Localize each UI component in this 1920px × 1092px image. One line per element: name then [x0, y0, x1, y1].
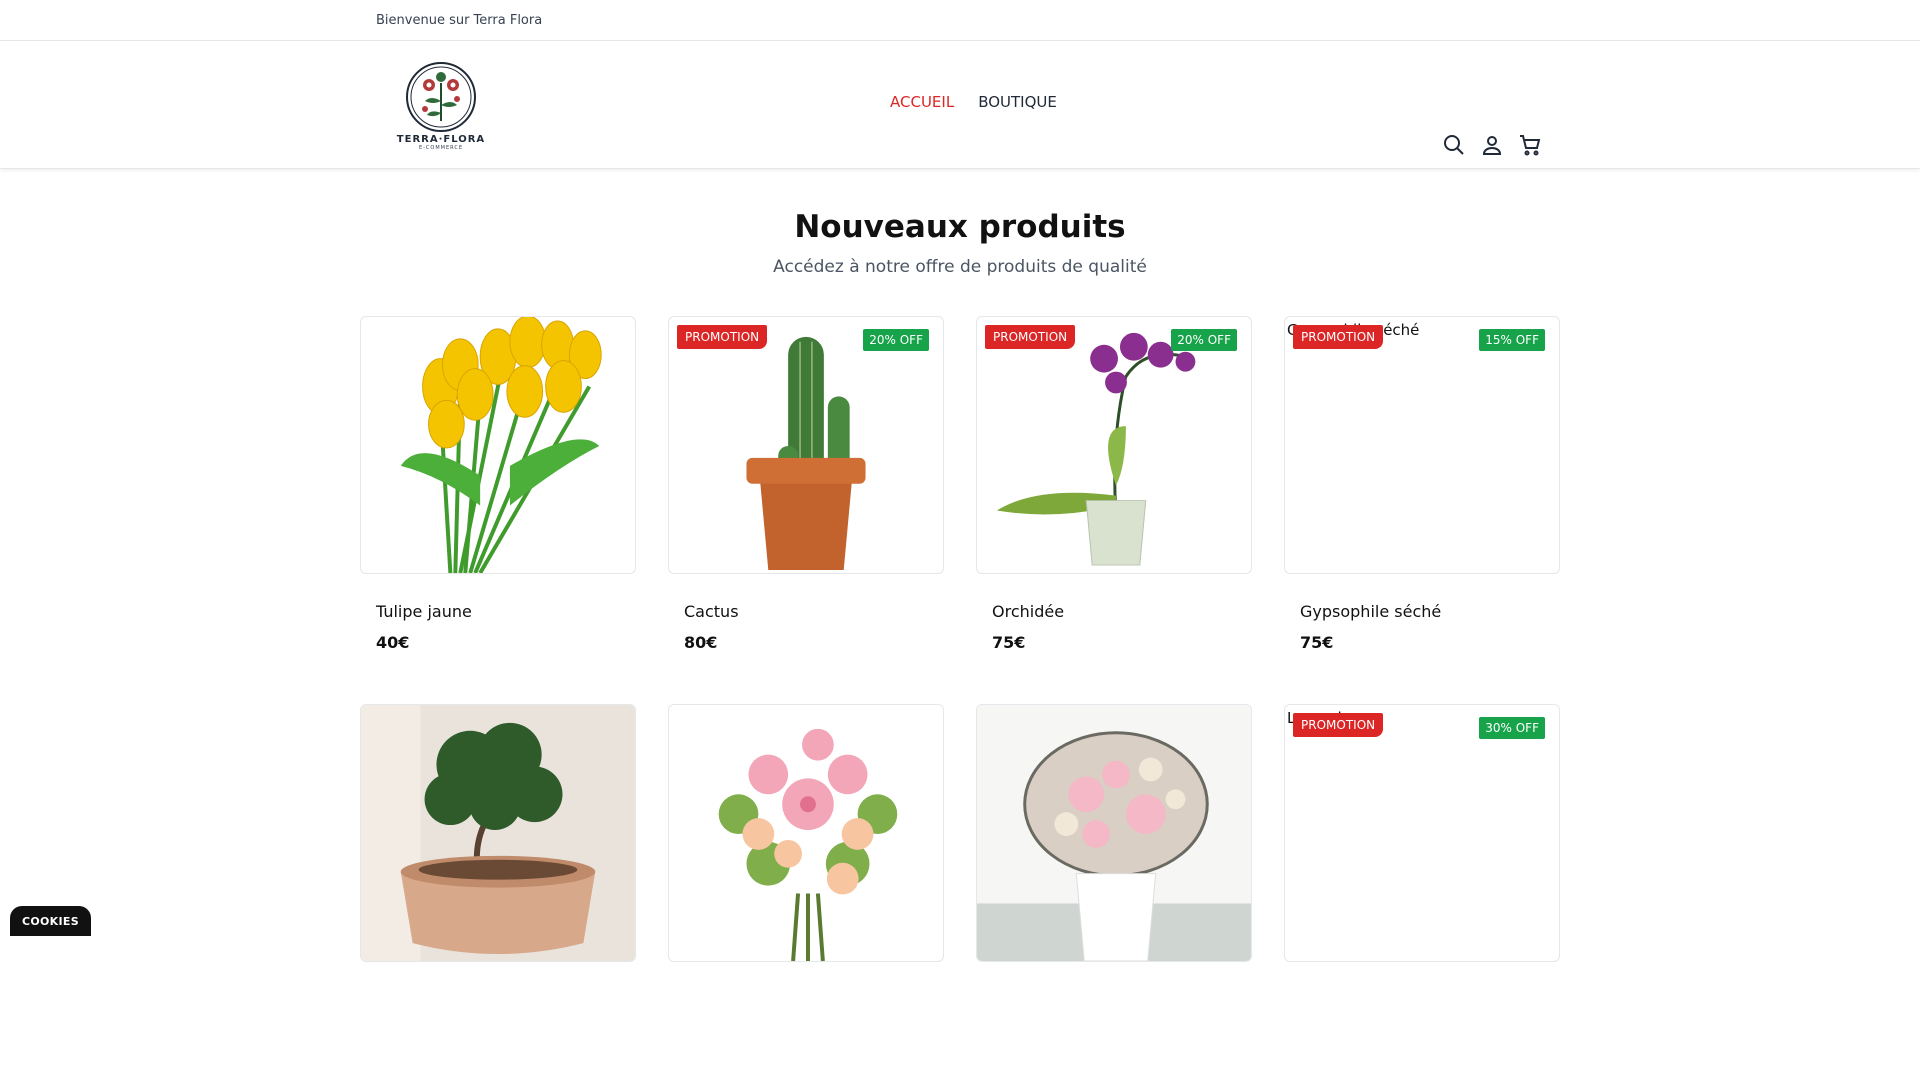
cart-icon[interactable] — [1518, 133, 1542, 157]
product-card[interactable] — [976, 704, 1252, 1092]
logo-seal-icon — [406, 62, 476, 132]
promotion-badge: PROMOTION — [1293, 713, 1384, 737]
product-card[interactable]: Gypsophile séché PROMOTION 15% OFF Gypso… — [1284, 316, 1560, 704]
new-products-section: Nouveaux produits Accédez à notre offre … — [0, 209, 1920, 277]
product-name[interactable]: Gypsophile séché — [1300, 602, 1560, 621]
site-header: TERRA·FLORA E-COMMERCE ACCUEIL BOUTIQUE — [0, 41, 1920, 169]
product-image[interactable]: PROMOTION 20% OFF — [976, 316, 1252, 574]
orchid-image — [996, 332, 1196, 566]
bonsai-image — [361, 705, 635, 961]
discount-badge: 30% OFF — [1479, 717, 1545, 739]
product-card[interactable]: Tulipe jaune 40€ — [360, 316, 636, 704]
logo-tagline: E-COMMERCE — [418, 145, 464, 151]
cactus-image — [746, 336, 866, 571]
logo-brand: TERRA·FLORA — [396, 134, 486, 145]
promotion-badge: PROMOTION — [677, 325, 768, 349]
product-card[interactable]: Lavande PROMOTION 30% OFF — [1284, 704, 1560, 1092]
promotion-badge: PROMOTION — [985, 325, 1076, 349]
product-card[interactable] — [668, 704, 944, 1092]
user-icon[interactable] — [1480, 133, 1504, 157]
cookies-button[interactable]: COOKIES — [10, 906, 91, 936]
product-card[interactable]: PROMOTION 20% OFF Orchidée 75€ — [976, 316, 1252, 704]
nav-accueil[interactable]: ACCUEIL — [890, 93, 954, 111]
welcome-text: Bienvenue sur Terra Flora — [376, 12, 543, 28]
product-name[interactable]: Orchidée — [992, 602, 1252, 621]
nav-boutique[interactable]: BOUTIQUE — [978, 93, 1057, 111]
product-price: 40€ — [376, 633, 410, 652]
product-image[interactable]: Gypsophile séché PROMOTION 15% OFF — [1284, 316, 1560, 574]
product-card[interactable] — [360, 704, 636, 1092]
logo[interactable]: TERRA·FLORA E-COMMERCE — [396, 61, 486, 151]
discount-badge: 20% OFF — [1171, 329, 1237, 351]
product-price: 75€ — [992, 633, 1026, 652]
product-image[interactable] — [668, 704, 944, 962]
header-actions — [1442, 133, 1542, 157]
section-title: Nouveaux produits — [794, 209, 1126, 245]
discount-badge: 20% OFF — [863, 329, 929, 351]
top-bar: Bienvenue sur Terra Flora — [0, 0, 1920, 41]
discount-badge: 15% OFF — [1479, 329, 1545, 351]
main-nav: ACCUEIL BOUTIQUE — [890, 93, 1057, 111]
search-icon[interactable] — [1442, 133, 1466, 157]
product-image[interactable] — [360, 316, 636, 574]
product-image[interactable]: PROMOTION 20% OFF — [668, 316, 944, 574]
section-subtitle: Accédez à notre offre de produits de qua… — [773, 257, 1147, 277]
product-name[interactable]: Cactus — [684, 602, 944, 621]
product-grid: Tulipe jaune 40€ PROMOTION 20% OFF Cactu… — [360, 316, 1560, 1092]
product-price: 75€ — [1300, 633, 1334, 652]
pink-bouquet-image — [718, 728, 898, 961]
product-image[interactable] — [976, 704, 1252, 962]
product-image[interactable]: Lavande PROMOTION 30% OFF — [1284, 704, 1560, 962]
product-card[interactable]: PROMOTION 20% OFF Cactus 80€ — [668, 316, 944, 704]
dried-flowers-image — [977, 705, 1251, 961]
product-name[interactable]: Tulipe jaune — [376, 602, 636, 621]
product-image[interactable] — [360, 704, 636, 962]
promotion-badge: PROMOTION — [1293, 325, 1384, 349]
yellow-tulips-image — [400, 317, 602, 573]
product-price: 80€ — [684, 633, 718, 652]
